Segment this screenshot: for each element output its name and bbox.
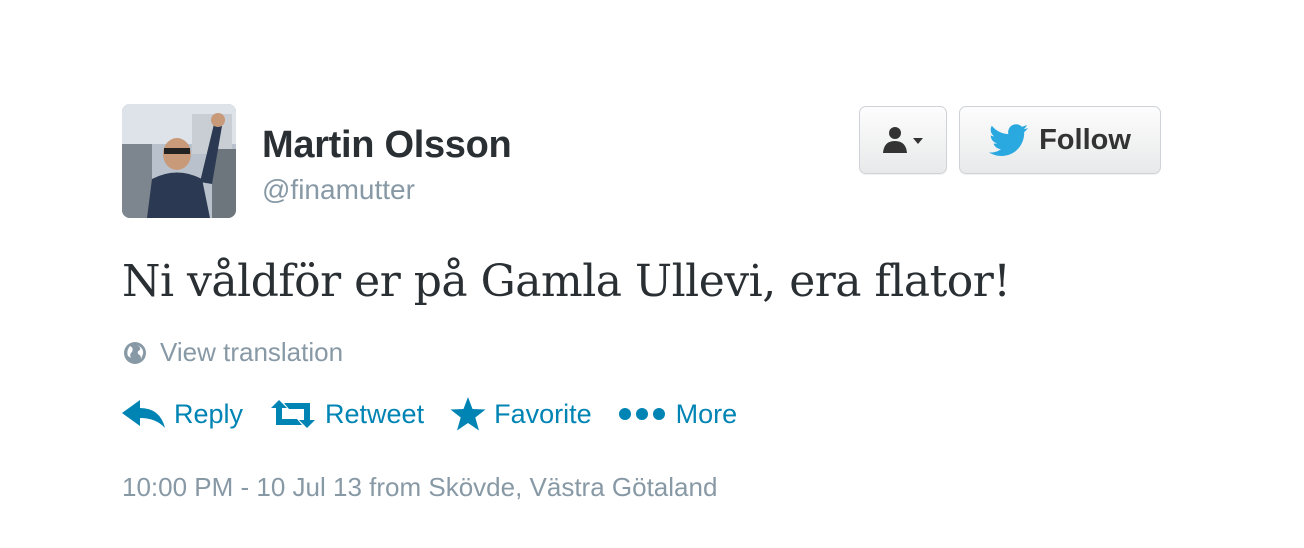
avatar[interactable] <box>122 104 236 218</box>
tweet-actions: Reply Retweet Favorite More <box>122 394 763 434</box>
view-translation-label: View translation <box>160 337 344 367</box>
profile-handle[interactable]: @finamutter <box>262 174 415 206</box>
twitter-bird-icon <box>989 124 1029 156</box>
favorite-button[interactable]: Favorite <box>450 397 592 431</box>
tweet-text: Ni våldför er på Gamla Ullevi, era flato… <box>122 256 1011 307</box>
follow-label: Follow <box>1039 123 1131 156</box>
more-label: More <box>675 398 738 429</box>
user-actions-button[interactable] <box>859 106 947 174</box>
globe-icon <box>124 341 146 364</box>
retweet-button[interactable]: Retweet <box>269 399 424 430</box>
reply-icon <box>122 400 165 428</box>
retweet-label: Retweet <box>325 398 425 429</box>
favorite-label: Favorite <box>494 398 592 429</box>
view-translation-link[interactable]: View translation <box>122 337 343 368</box>
reply-label: Reply <box>174 398 244 429</box>
more-dots-icon <box>618 408 665 420</box>
retweet-icon <box>271 400 316 428</box>
more-button[interactable]: More <box>618 398 738 430</box>
star-icon <box>450 397 486 431</box>
profile-name[interactable]: Martin Olsson <box>262 124 512 167</box>
avatar-photo <box>122 104 236 218</box>
user-dropdown-icon <box>883 127 923 153</box>
tweet-timestamp[interactable]: 10:00 PM - 10 Jul 13 from Skövde, Västra… <box>122 472 717 503</box>
reply-button[interactable]: Reply <box>122 399 243 430</box>
follow-button[interactable]: Follow <box>959 106 1161 174</box>
